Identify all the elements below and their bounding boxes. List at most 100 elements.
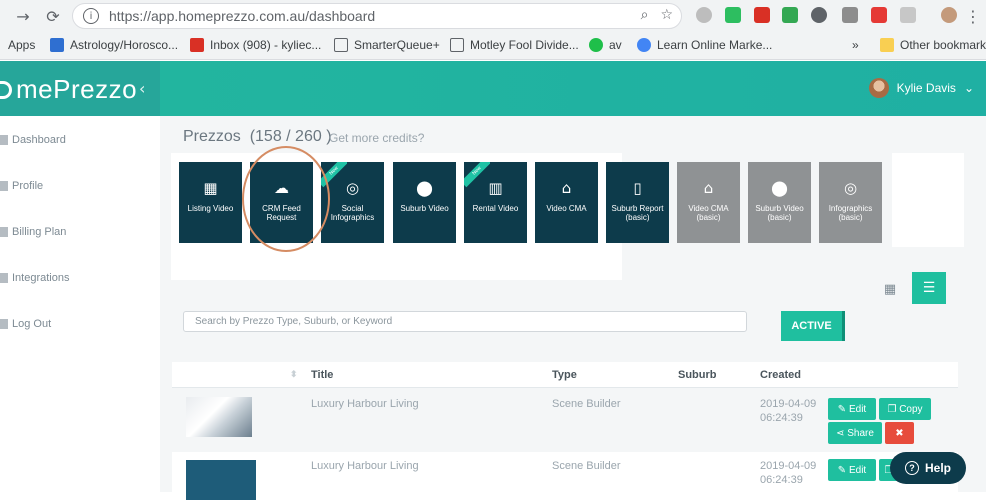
new-ribbon: New bbox=[464, 162, 490, 188]
page-icon bbox=[450, 38, 464, 52]
prezzo-thumbnail[interactable] bbox=[186, 460, 256, 500]
location-pin-icon: ⬤ bbox=[771, 179, 788, 197]
profile-avatar-icon[interactable] bbox=[941, 7, 957, 23]
pdf-icon: ▯ bbox=[633, 179, 642, 197]
log-out-icon bbox=[0, 319, 8, 329]
bookmark-motley-fool[interactable]: Motley Fool Divide... bbox=[450, 38, 579, 52]
site-info-icon[interactable]: i bbox=[83, 8, 99, 24]
row-type: Scene Builder bbox=[552, 460, 621, 472]
user-avatar bbox=[868, 78, 889, 98]
av-favicon-icon bbox=[589, 38, 603, 52]
gmail-icon[interactable] bbox=[754, 7, 770, 23]
evernote-icon[interactable] bbox=[725, 7, 741, 23]
search-input[interactable]: Search by Prezzo Type, Suburb, or Keywor… bbox=[183, 311, 747, 332]
app-logo[interactable]: mePrezzo bbox=[0, 74, 137, 105]
extension-icon[interactable] bbox=[782, 7, 798, 23]
extension-icon[interactable] bbox=[900, 7, 916, 23]
extension-icon[interactable] bbox=[811, 7, 827, 23]
share-label: Share bbox=[847, 427, 874, 439]
page-title: Prezzos (158 / 260 ) bbox=[183, 128, 332, 146]
copy-button[interactable]: ❐ Copy bbox=[879, 398, 931, 420]
list-view-icon[interactable]: ☰ bbox=[912, 272, 946, 304]
row-time: 06:24:39 bbox=[760, 474, 803, 486]
extension-icon[interactable] bbox=[696, 7, 712, 23]
tile-infographics-basic[interactable]: ◎ Infographics (basic) bbox=[819, 162, 882, 243]
bookmark-apps[interactable]: Apps bbox=[8, 38, 35, 52]
table-row[interactable]: Luxury Harbour Living Scene Builder 2019… bbox=[172, 389, 958, 451]
search-placeholder: Search by Prezzo Type, Suburb, or Keywor… bbox=[195, 316, 393, 327]
film-icon: ▦ bbox=[203, 179, 218, 197]
delete-button[interactable]: ✖ bbox=[885, 422, 914, 444]
folder-icon bbox=[880, 38, 894, 52]
bookmarks-overflow[interactable]: » bbox=[852, 38, 859, 52]
extension-icon[interactable] bbox=[842, 7, 858, 23]
tile-label: Suburb Video (basic) bbox=[755, 204, 804, 222]
user-name: Kylie Davis bbox=[896, 81, 956, 95]
sidebar-item-integrations[interactable]: Integrations bbox=[0, 268, 69, 288]
tiles-panel-extra bbox=[892, 153, 964, 247]
bookmark-inbox[interactable]: Inbox (908) - kyliec... bbox=[190, 38, 321, 52]
tile-label: Infographics (basic) bbox=[828, 204, 873, 222]
get-more-credits-link[interactable]: Get more credits? bbox=[329, 131, 424, 145]
reload-icon[interactable]: ⟳ bbox=[42, 5, 64, 27]
tile-label: Suburb Video bbox=[400, 204, 449, 213]
bookmark-astrology[interactable]: Astrology/Horosco... bbox=[50, 38, 178, 52]
column-suburb[interactable]: Suburb bbox=[678, 369, 717, 381]
bookmark-other[interactable]: Other bookmarks bbox=[880, 38, 986, 52]
bookmark-learn-online[interactable]: Learn Online Marke... bbox=[637, 38, 772, 52]
back-arrow-icon[interactable]: → bbox=[12, 5, 34, 27]
tile-label: Listing Video bbox=[187, 204, 234, 213]
profile-icon bbox=[0, 181, 8, 191]
tile-suburb-report-basic[interactable]: ▯ Suburb Report (basic) bbox=[606, 162, 669, 243]
edit-icon: ✎ bbox=[837, 403, 847, 415]
tile-video-cma-basic[interactable]: ⌂ Video CMA (basic) bbox=[677, 162, 740, 243]
copy-label: Copy bbox=[899, 403, 923, 415]
app-header: mePrezzo ‹ Kylie Davis ⌄ bbox=[0, 61, 986, 116]
tile-listing-video[interactable]: ▦ Listing Video bbox=[179, 162, 242, 243]
extension-icon[interactable] bbox=[871, 7, 887, 23]
table-row[interactable]: Luxury Harbour Living Scene Builder 2019… bbox=[172, 452, 958, 500]
menu-dots-icon[interactable]: ⋮ bbox=[962, 5, 984, 27]
column-created[interactable]: Created bbox=[760, 369, 801, 381]
tile-video-cma[interactable]: ⌂ Video CMA bbox=[535, 162, 598, 243]
row-title: Luxury Harbour Living bbox=[311, 460, 419, 472]
edit-button[interactable]: ✎ Edit bbox=[828, 459, 876, 481]
tile-label: Video CMA bbox=[546, 204, 587, 213]
column-title[interactable]: Title bbox=[311, 369, 333, 381]
help-button[interactable]: ? Help bbox=[890, 452, 966, 484]
tile-suburb-video[interactable]: ⬤ Suburb Video bbox=[393, 162, 456, 243]
address-bar[interactable]: i https://app.homeprezzo.com.au/dashboar… bbox=[72, 3, 682, 29]
location-pin-icon: ⬤ bbox=[416, 179, 433, 197]
credit-count: (158 / 260 ) bbox=[249, 128, 332, 145]
copy-icon: ❐ bbox=[887, 403, 897, 415]
bookmark-star-icon[interactable]: ☆ bbox=[660, 7, 673, 23]
bookmark-smarterqueue[interactable]: SmarterQueue+ bbox=[334, 38, 440, 52]
tile-suburb-video-basic[interactable]: ⬤ Suburb Video (basic) bbox=[748, 162, 811, 243]
zoom-search-icon[interactable]: ⌕ bbox=[641, 7, 649, 23]
user-menu[interactable]: Kylie Davis ⌄ bbox=[868, 78, 974, 98]
house-icon: ⌂ bbox=[561, 179, 572, 197]
active-filter-button[interactable]: ACTIVE bbox=[781, 311, 845, 341]
close-icon: ✖ bbox=[895, 427, 904, 439]
tile-label: Rental Video bbox=[472, 204, 519, 213]
tile-label: Suburb Report (basic) bbox=[611, 204, 664, 222]
google-favicon-icon bbox=[637, 38, 651, 52]
edit-button[interactable]: ✎ Edit bbox=[828, 398, 876, 420]
bookmarks-bar: Apps Astrology/Horosco... Inbox (908) - … bbox=[0, 32, 986, 60]
ribbon-text: New bbox=[464, 162, 490, 188]
bookmark-av[interactable]: av bbox=[589, 38, 622, 52]
sort-icon[interactable]: ⬍ bbox=[290, 369, 298, 380]
column-type[interactable]: Type bbox=[552, 369, 577, 381]
sidebar-item-log-out[interactable]: Log Out bbox=[0, 314, 51, 334]
share-button[interactable]: ⋖ Share bbox=[828, 422, 882, 444]
sidebar-item-billing-plan[interactable]: Billing Plan bbox=[0, 222, 66, 242]
logo-text: mePrezzo bbox=[16, 74, 138, 104]
sidebar-item-dashboard[interactable]: Dashboard bbox=[0, 130, 66, 150]
grid-view-icon[interactable]: ▦ bbox=[878, 278, 902, 300]
help-label: Help bbox=[924, 461, 951, 475]
prezzo-thumbnail[interactable] bbox=[186, 397, 252, 437]
sidebar-item-profile[interactable]: Profile bbox=[0, 176, 43, 196]
edit-label: Edit bbox=[848, 403, 867, 415]
collapse-sidebar-icon[interactable]: ‹ bbox=[139, 79, 145, 98]
annotation-circle bbox=[242, 146, 330, 252]
